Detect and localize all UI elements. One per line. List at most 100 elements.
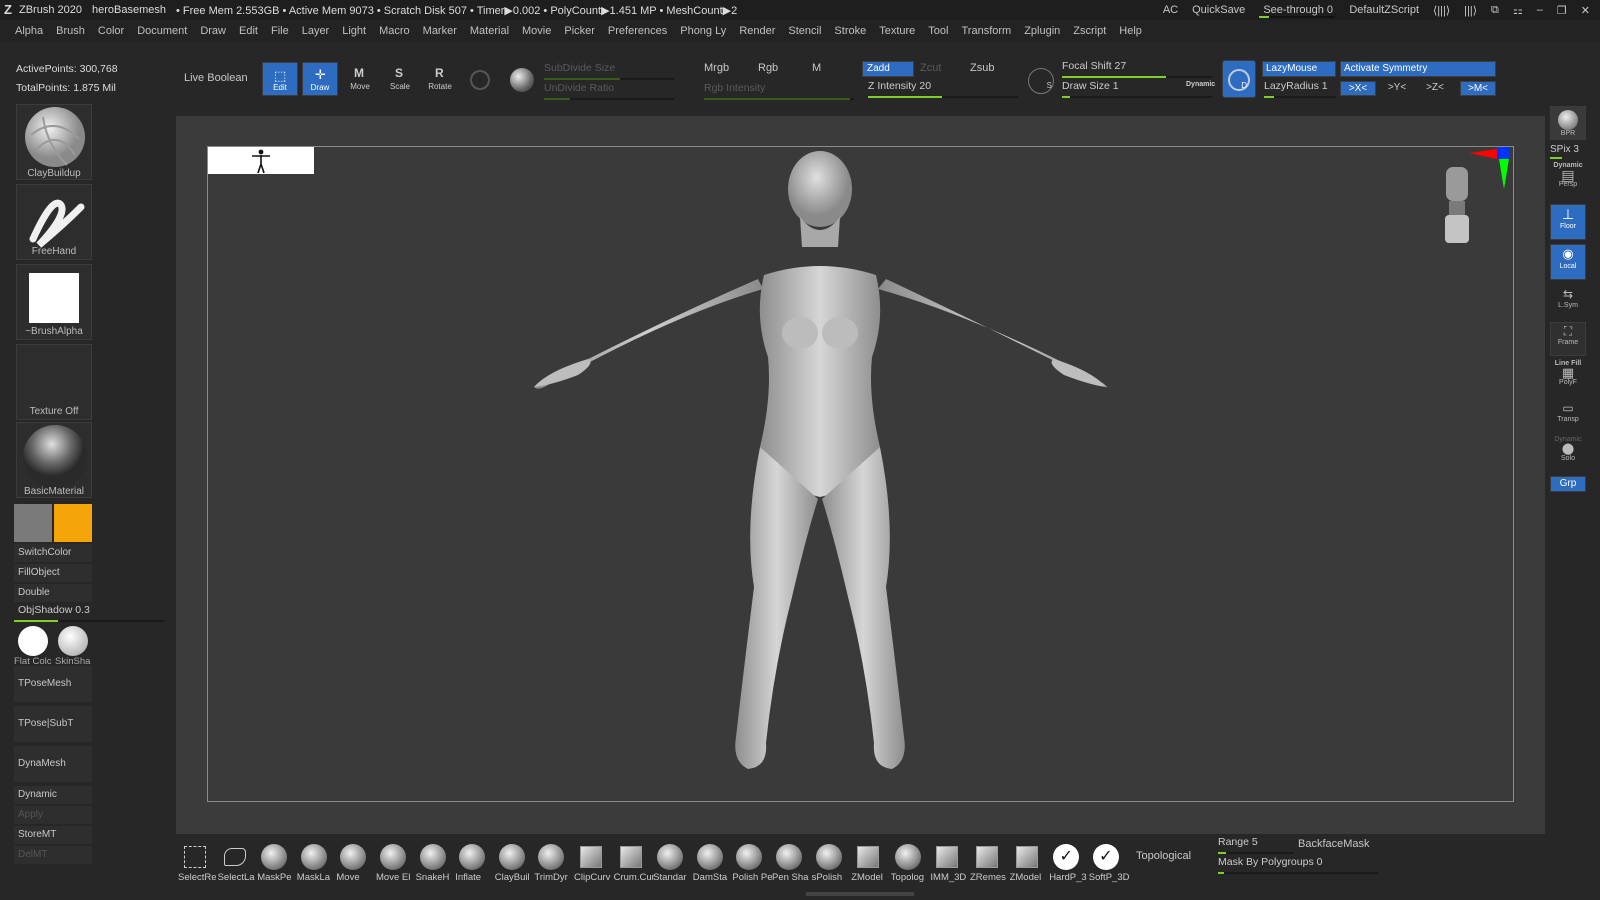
- store-mt-button[interactable]: StoreMT: [14, 826, 92, 844]
- lazy-radius-slider[interactable]: LazyRadius 1: [1264, 80, 1336, 98]
- symmetry-z-button[interactable]: >Z<: [1418, 81, 1452, 96]
- subdivide-size-slider[interactable]: SubDivide Size: [544, 62, 674, 80]
- tpose-subt-button[interactable]: TPose|SubT: [14, 706, 92, 742]
- focal-shift-slider[interactable]: Focal Shift 27: [1062, 60, 1212, 78]
- rotate-button[interactable]: R Rotate: [422, 62, 458, 96]
- fill-object-button[interactable]: FillObject: [14, 564, 92, 582]
- brush-lasso-icon[interactable]: [220, 842, 250, 872]
- layout-icon[interactable]: ⧉: [1491, 4, 1499, 17]
- brush-grid-icon[interactable]: [932, 842, 962, 872]
- flat-color-material-icon[interactable]: [18, 626, 48, 656]
- transp-button[interactable]: ▭ Transp: [1550, 400, 1586, 434]
- menu-item-tool[interactable]: Tool: [928, 25, 948, 37]
- menu-item-material[interactable]: Material: [470, 25, 509, 37]
- brush-dome-icon[interactable]: [457, 842, 487, 872]
- interface-toggle-icon[interactable]: |||⟩: [1464, 4, 1477, 17]
- dynamesh-button[interactable]: DynaMesh: [14, 746, 92, 782]
- brush-drop-icon[interactable]: [814, 842, 844, 872]
- brush-dome-icon[interactable]: [734, 842, 764, 872]
- menu-item-render[interactable]: Render: [739, 25, 775, 37]
- menu-item-stencil[interactable]: Stencil: [788, 25, 821, 37]
- zcut-button[interactable]: Zcut: [920, 62, 941, 74]
- menu-item-zscript[interactable]: Zscript: [1073, 25, 1106, 37]
- brush-spike-icon[interactable]: [418, 842, 448, 872]
- brush-sphere-icon[interactable]: [536, 842, 566, 872]
- zsub-button[interactable]: Zsub: [970, 62, 994, 74]
- brush-pen-icon[interactable]: ✓: [1051, 842, 1081, 872]
- menu-item-alpha[interactable]: Alpha: [15, 25, 43, 37]
- range-slider[interactable]: Range 5: [1218, 836, 1294, 854]
- brush-blob-icon[interactable]: [299, 842, 329, 872]
- rgb-button[interactable]: Rgb: [758, 62, 778, 74]
- switch-color-button[interactable]: SwitchColor: [14, 544, 92, 562]
- brush-ball-icon[interactable]: [893, 842, 923, 872]
- menu-item-transform[interactable]: Transform: [961, 25, 1011, 37]
- minimize-icon[interactable]: –: [1537, 4, 1543, 16]
- dynamic-button[interactable]: Dynamic: [14, 786, 92, 804]
- bpr-button[interactable]: BPR: [1550, 106, 1586, 140]
- del-mt-button[interactable]: DelMT: [14, 846, 92, 864]
- menu-item-document[interactable]: Document: [137, 25, 187, 37]
- scale-button[interactable]: S Scale: [382, 62, 418, 96]
- lazy-mouse-button[interactable]: LazyMouse: [1262, 61, 1336, 77]
- menu-item-file[interactable]: File: [271, 25, 289, 37]
- menu-item-phong-ly[interactable]: Phong Ly: [680, 25, 726, 37]
- menu-item-stroke[interactable]: Stroke: [834, 25, 866, 37]
- polyf-button[interactable]: Line Fill ▦ PolyF: [1550, 360, 1586, 394]
- skin-shade-material-icon[interactable]: [58, 626, 88, 656]
- ac-button[interactable]: AC: [1163, 4, 1178, 16]
- base-mesh-model[interactable]: [208, 147, 1515, 803]
- menu-item-draw[interactable]: Draw: [200, 25, 226, 37]
- brush-blob-icon[interactable]: [259, 842, 289, 872]
- brush-sphere-icon[interactable]: [338, 842, 368, 872]
- brush-cube-icon[interactable]: [1012, 842, 1042, 872]
- rgb-intensity-slider[interactable]: Rgb Intensity: [704, 82, 854, 100]
- persp-button[interactable]: Dynamic ▤ Persp: [1550, 162, 1586, 196]
- secondary-color-swatch[interactable]: [14, 504, 52, 542]
- quicksave-button[interactable]: QuickSave: [1192, 4, 1245, 16]
- document-canvas[interactable]: [207, 146, 1514, 802]
- primary-color-swatch[interactable]: [54, 504, 92, 542]
- menu-item-movie[interactable]: Movie: [522, 25, 551, 37]
- menu-item-brush[interactable]: Brush: [56, 25, 85, 37]
- default-zscript-button[interactable]: DefaultZScript: [1349, 4, 1419, 16]
- brush-sphere-icon[interactable]: [695, 842, 725, 872]
- z-intensity-slider[interactable]: Z Intensity 20: [868, 80, 1018, 98]
- topological-button[interactable]: Topological: [1136, 850, 1191, 862]
- menu-item-layer[interactable]: Layer: [302, 25, 330, 37]
- menu-item-marker[interactable]: Marker: [423, 25, 457, 37]
- edit-button[interactable]: ⬚ Edit: [262, 62, 298, 96]
- brush-pen-icon[interactable]: ✓: [1091, 842, 1121, 872]
- menu-item-macro[interactable]: Macro: [379, 25, 410, 37]
- brush-dome-icon[interactable]: [497, 842, 527, 872]
- polypaint-sphere-icon[interactable]: [470, 70, 490, 90]
- tpose-mesh-button[interactable]: TPoseMesh: [14, 666, 92, 702]
- menu-item-color[interactable]: Color: [98, 25, 124, 37]
- mask-by-polygroups-slider[interactable]: Mask By Polygroups 0: [1218, 856, 1378, 874]
- brush-cube-icon[interactable]: [616, 842, 646, 872]
- menu-item-preferences[interactable]: Preferences: [608, 25, 667, 37]
- draw-size-link-icon[interactable]: S: [1028, 68, 1054, 94]
- spix-slider[interactable]: SPix 3: [1550, 144, 1590, 159]
- draw-button[interactable]: ✛ Draw: [302, 62, 338, 96]
- move-button[interactable]: M Move: [342, 62, 378, 96]
- brush-dome-icon[interactable]: [655, 842, 685, 872]
- menu-item-light[interactable]: Light: [342, 25, 366, 37]
- menu-item-edit[interactable]: Edit: [239, 25, 258, 37]
- backface-mask-button[interactable]: BackfaceMask: [1298, 838, 1370, 850]
- menu-toggle-icon[interactable]: ⟨|||⟩: [1433, 4, 1450, 17]
- palette-icon[interactable]: ⚏: [1513, 4, 1523, 17]
- menu-item-texture[interactable]: Texture: [879, 25, 915, 37]
- brush-cube-icon[interactable]: [972, 842, 1002, 872]
- mrgb-button[interactable]: Mrgb: [704, 62, 729, 74]
- lazy-mouse-icon-button[interactable]: D: [1222, 60, 1256, 98]
- see-through-slider[interactable]: See-through 0: [1259, 4, 1336, 18]
- sculptris-pro-icon[interactable]: [510, 68, 534, 92]
- brush-sphere-icon[interactable]: [378, 842, 408, 872]
- apply-button[interactable]: Apply: [14, 806, 92, 824]
- brush-rect-icon[interactable]: [180, 842, 210, 872]
- frame-button[interactable]: ⛶ Frame: [1550, 322, 1586, 356]
- double-button[interactable]: Double: [14, 584, 92, 602]
- menu-item-help[interactable]: Help: [1119, 25, 1142, 37]
- bottom-shelf-scroll-handle[interactable]: [806, 892, 914, 896]
